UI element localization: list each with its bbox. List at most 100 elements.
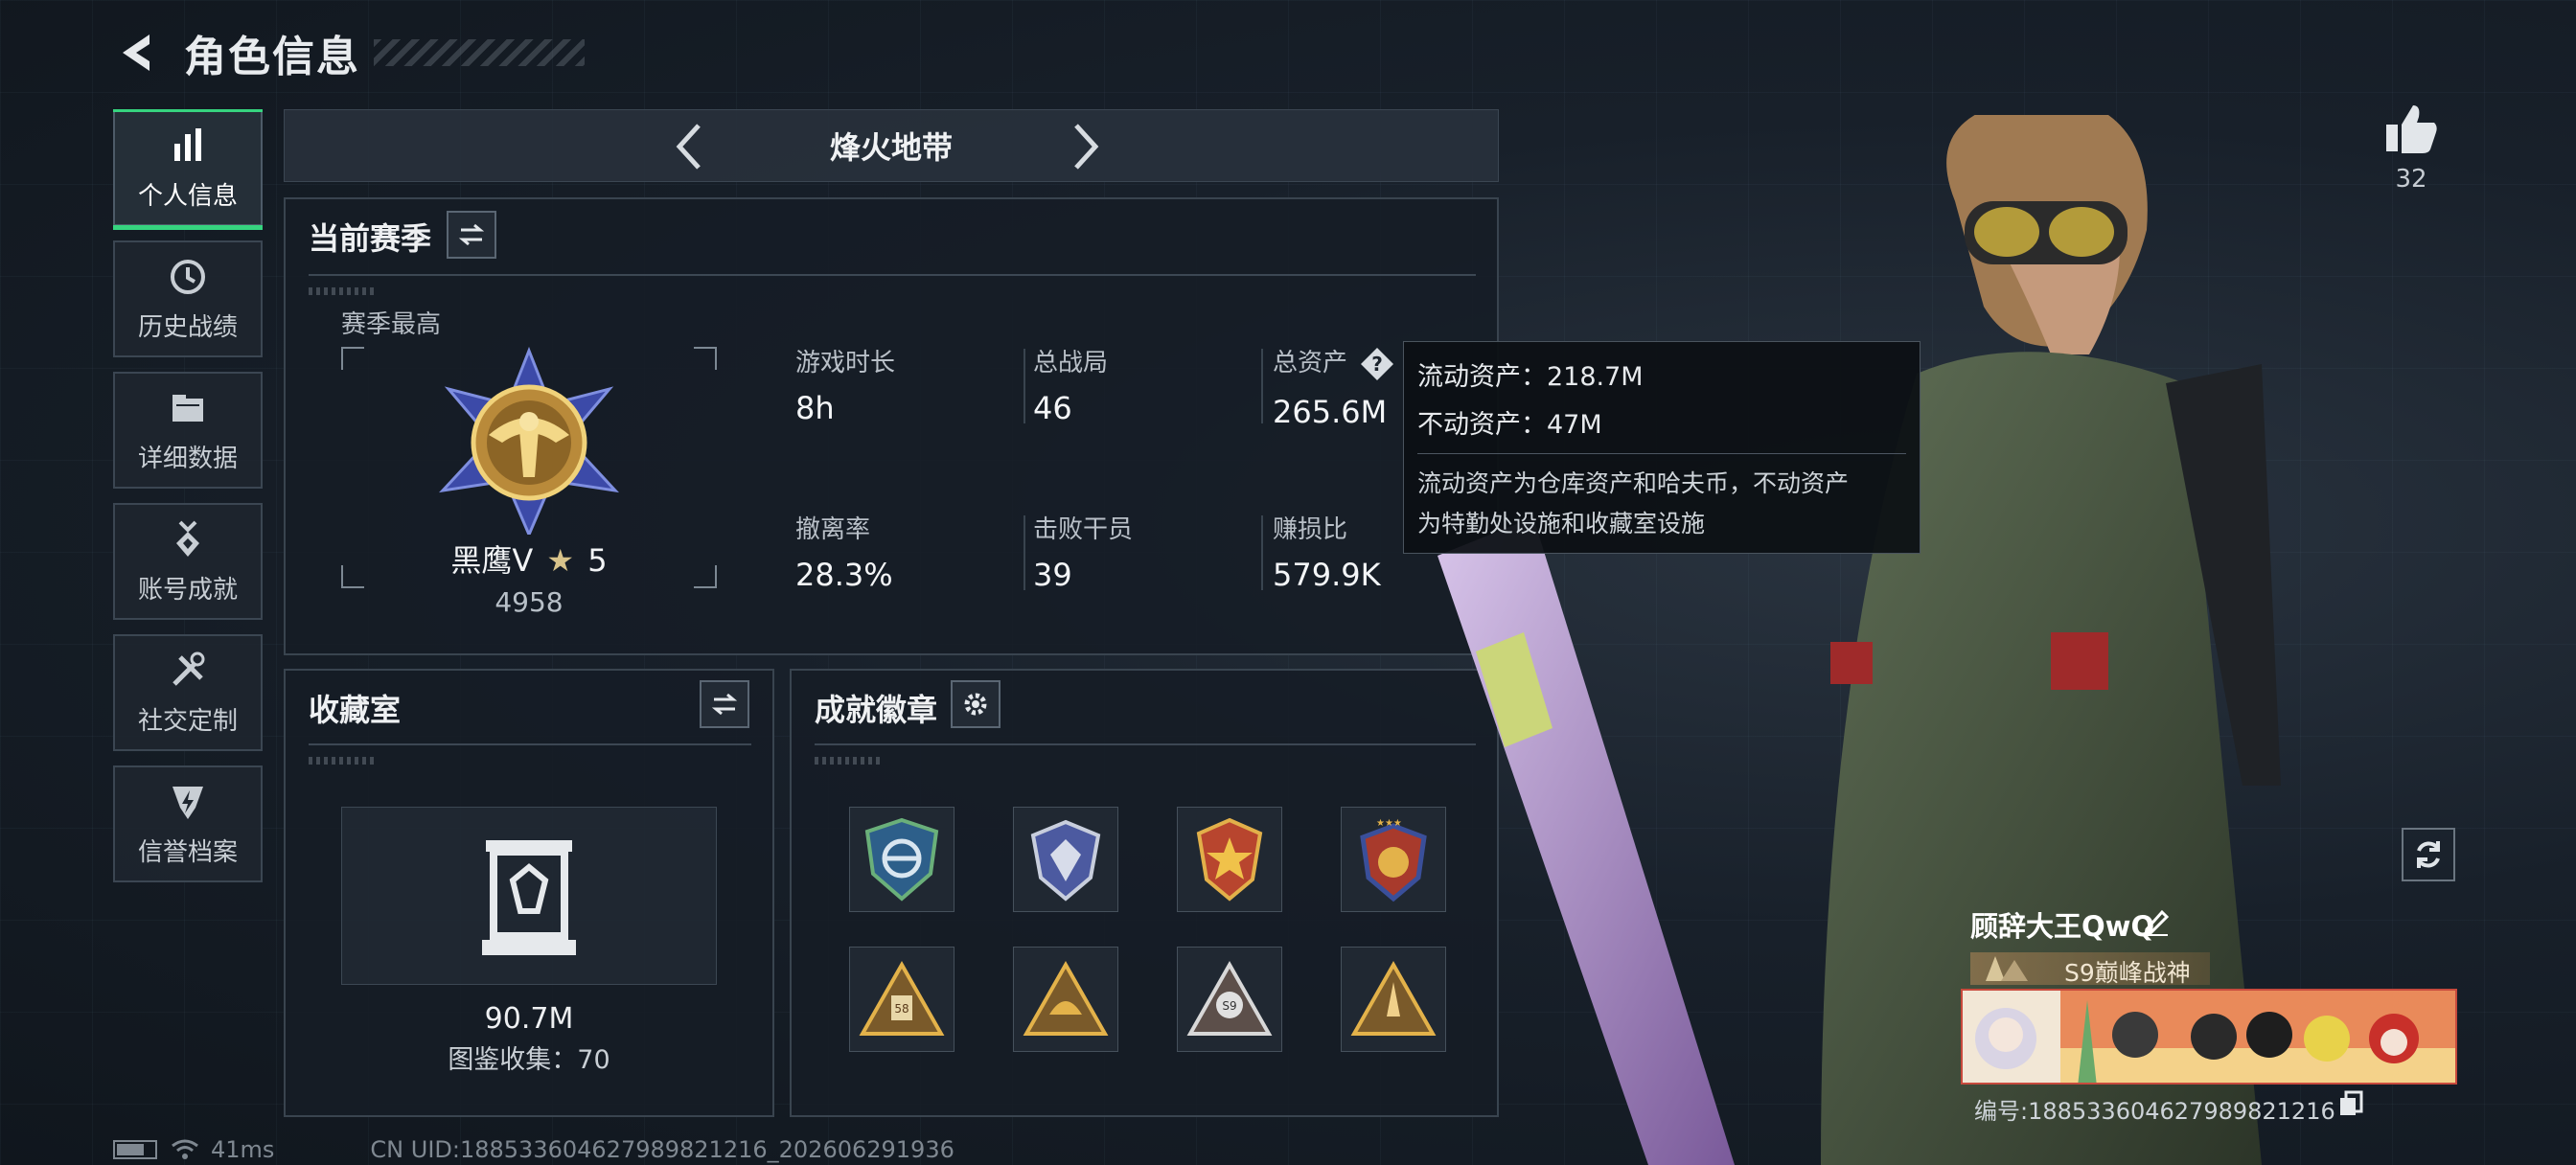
badge-shield-blue[interactable] — [849, 807, 954, 912]
collection-panel[interactable]: 收藏室 90.7M 图鉴收集：70 — [284, 669, 774, 1117]
sidebar-item-history[interactable]: 历史战绩 — [113, 240, 263, 357]
divider — [309, 274, 1476, 276]
mode-selector: 烽火地带 — [284, 109, 1499, 182]
help-icon[interactable]: ? — [1359, 346, 1395, 382]
collection-value: 90.7M — [484, 1002, 574, 1036]
stat-value: 28.3% — [795, 557, 893, 593]
sidebar: 个人信息 历史战绩 详细数据 账号成就 社交定制 信誉档案 — [113, 109, 263, 897]
refresh-button[interactable] — [2402, 828, 2455, 881]
badge-star-gold[interactable] — [1177, 807, 1282, 912]
divider — [1417, 453, 1906, 454]
badge-triangle-icon: 58 — [859, 960, 945, 1036]
season-title: 当前赛季 — [309, 220, 432, 257]
battery-icon — [113, 1140, 157, 1159]
stat-kills: 击败干员 39 — [1033, 510, 1133, 593]
star-icon: ★ — [546, 542, 575, 579]
stat-extract-rate: 撤离率 28.3% — [795, 510, 893, 593]
vault-case-icon — [482, 840, 576, 955]
prev-mode-arrow-icon[interactable] — [668, 120, 710, 173]
player-title: S9巅峰战神 — [2064, 959, 2191, 987]
divider — [1261, 515, 1263, 590]
badge-star-icon — [1196, 817, 1263, 902]
rank-name-row: 黑鹰V ★ 5 — [341, 537, 717, 581]
title-decoration — [374, 39, 585, 66]
divider — [1024, 349, 1025, 423]
stat-label-text: 总资产 — [1273, 349, 1348, 377]
rank-frame: 黑鹰V ★ 5 4958 — [341, 347, 717, 618]
player-card: 顾辞大王QwQ S9巅峰战神 编号:188533604627989821216 — [1961, 901, 2457, 1127]
badge-triangle-s9[interactable]: S9 — [1177, 947, 1282, 1052]
refresh-icon — [2417, 841, 2440, 868]
collection-count: 图鉴收集：70 — [448, 1045, 610, 1075]
season-panel: 当前赛季 赛季最高 黑鹰V ★ 5 4958 游戏时长 8h 总战局 46 总资… — [284, 197, 1499, 655]
back-arrow-icon[interactable] — [113, 29, 161, 77]
svg-text:58: 58 — [894, 1002, 908, 1016]
player-name: 顾辞大王QwQ — [1970, 910, 2155, 943]
stat-label: 撤离率 — [795, 515, 871, 544]
achievement-title: 成就徽章 — [815, 692, 938, 728]
shield-bolt-icon — [172, 786, 203, 819]
stat-value: 46 — [1033, 390, 1072, 426]
tooltip-liquid-assets: 流动资产：218.7M — [1417, 362, 1644, 392]
divider — [815, 743, 1476, 745]
stat-value: 579.9K — [1273, 557, 1381, 593]
tooltip-description-line: 流动资产为仓库资产和哈夫币，不动资产 — [1417, 469, 1850, 497]
stat-profit-ratio: 赚损比 579.9K — [1273, 510, 1381, 593]
player-banner[interactable] — [1961, 989, 2457, 1085]
copy-icon[interactable] — [2338, 1090, 2363, 1117]
title-emblem-icon — [1986, 956, 2028, 981]
history-icon — [171, 259, 205, 294]
collection-title: 收藏室 — [309, 692, 402, 728]
sidebar-item-label: 详细数据 — [137, 444, 238, 473]
edit-icon[interactable] — [2141, 906, 2172, 937]
chibi-banner-image — [1963, 991, 2455, 1083]
stat-label: 总战局 — [1033, 349, 1109, 377]
divider — [1261, 349, 1263, 423]
swap-icon — [458, 223, 485, 246]
sidebar-item-social[interactable]: 社交定制 — [113, 634, 263, 751]
assets-tooltip: 流动资产：218.7M 不动资产：47M 流动资产为仓库资产和哈夫币，不动资产 … — [1403, 341, 1920, 554]
like-button[interactable]: 32 — [2382, 102, 2440, 194]
achievement-settings-button[interactable] — [951, 680, 1000, 728]
badge-triangle-helmet[interactable] — [1013, 947, 1118, 1052]
sidebar-item-personal-info[interactable]: 个人信息 — [113, 109, 263, 230]
folder-icon — [172, 394, 203, 422]
divider — [309, 743, 751, 745]
stat-value: 265.6M — [1273, 393, 1388, 430]
badge-shield-icon — [864, 817, 939, 902]
badge-crest-silver[interactable] — [1013, 807, 1118, 912]
stat-label: 总资产 ? — [1273, 343, 1395, 382]
svg-text:?: ? — [1371, 353, 1383, 376]
sidebar-item-achievements[interactable]: 账号成就 — [113, 503, 263, 620]
stat-value: 39 — [1033, 557, 1072, 593]
tooltip-description-line: 为特勤处设施和收藏室设施 — [1417, 510, 1706, 537]
player-id: 编号:188533604627989821216 — [1974, 1098, 2335, 1125]
uid-text: CN UID:188533604627989821216_20260629193… — [370, 1136, 954, 1163]
like-count: 32 — [2395, 165, 2427, 194]
stat-play-time: 游戏时长 8h — [795, 343, 895, 426]
stripe-decoration — [309, 287, 376, 295]
tooltip-fixed-assets: 不动资产：47M — [1417, 410, 1602, 440]
ping-value: 41ms — [211, 1136, 275, 1163]
sidebar-item-detail-data[interactable]: 详细数据 — [113, 372, 263, 489]
badge-triangle-58[interactable]: 58 — [849, 947, 954, 1052]
sidebar-item-label: 个人信息 — [137, 181, 238, 211]
player-title-plate: S9巅峰战神 — [1970, 952, 2210, 987]
collection-switch-button[interactable] — [700, 680, 749, 728]
next-mode-arrow-icon[interactable] — [1065, 120, 1107, 173]
rank-stars: 5 — [587, 542, 608, 579]
gear-icon — [964, 693, 987, 716]
sidebar-item-label: 社交定制 — [137, 706, 238, 736]
medal-icon — [176, 520, 199, 557]
page-title: 角色信息 — [184, 33, 360, 81]
sidebar-item-credit[interactable]: 信誉档案 — [113, 765, 263, 882]
rank-emblem-icon — [438, 347, 620, 535]
svg-text:★★★: ★★★ — [1376, 818, 1402, 829]
stat-total-matches: 总战局 46 — [1033, 343, 1108, 426]
stripe-decoration — [815, 757, 882, 765]
divider — [1024, 515, 1025, 590]
season-switch-button[interactable] — [447, 211, 496, 259]
rank-name: 黑鹰V — [450, 542, 534, 579]
vault-display — [341, 807, 717, 985]
page-header: 角色信息 — [113, 21, 585, 84]
